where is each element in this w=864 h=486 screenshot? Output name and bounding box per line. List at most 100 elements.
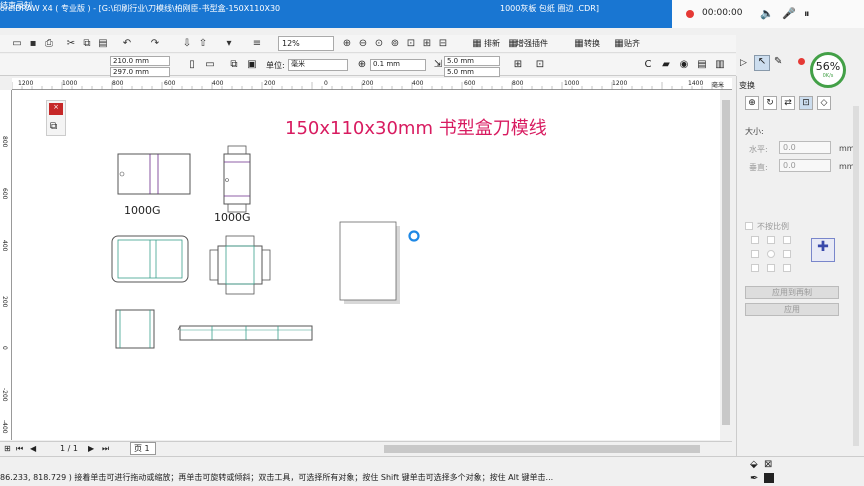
ruler-tick-label: 600 — [464, 80, 476, 87]
mini-close-icon[interactable]: × — [49, 103, 63, 115]
paste-icon[interactable]: ▤ — [96, 37, 110, 51]
dup-y-field[interactable]: 5.0 mm — [444, 67, 500, 77]
ruler-tick-label: 200 — [1, 296, 8, 308]
zoom-width-icon[interactable]: ⊞ — [420, 37, 434, 51]
prev-page-icon[interactable]: ◀ — [30, 444, 36, 453]
zoom-out-icon[interactable]: ⊖ — [356, 37, 370, 51]
first-page-icon[interactable]: ⏮ — [16, 444, 23, 454]
ruler-tick-label: 1000 — [564, 80, 580, 87]
all-pages-icon[interactable]: ⧉ — [226, 57, 242, 73]
coreldraw-logo-icon[interactable]: C — [640, 57, 656, 73]
current-page-icon[interactable]: ▣ — [244, 57, 260, 73]
enhance-label[interactable]: 增强插件 — [516, 38, 548, 49]
mic-icon[interactable]: 🎤 — [782, 7, 796, 20]
anchor-br[interactable] — [783, 264, 791, 272]
paibian-icon[interactable]: ▦ — [470, 37, 484, 51]
docker-scrollbar[interactable] — [853, 106, 859, 446]
redo-icon[interactable]: ↷ — [148, 37, 162, 51]
gauge-speed: 0K/s — [822, 73, 834, 79]
vertical-label: 垂直: — [749, 163, 768, 172]
next-page-icon[interactable]: ▶ — [88, 444, 94, 453]
ruler-tick-label: 0 — [1, 346, 8, 350]
anchor-bl[interactable] — [751, 264, 759, 272]
zoom-page-icon[interactable]: ⊡ — [404, 37, 418, 51]
nudge-field[interactable]: 0.1 mm — [370, 59, 426, 71]
zoom-all-icon[interactable]: ⊚ — [388, 37, 402, 51]
zoom-selected-icon[interactable]: ⊙ — [372, 37, 386, 51]
align-label[interactable]: 贴齐 — [624, 38, 640, 49]
page-width-field[interactable]: 210.0 mm — [110, 56, 170, 66]
undo-icon[interactable]: ↶ — [120, 37, 134, 51]
cut-icon[interactable]: ✂ — [64, 37, 78, 51]
caption-1000g: 1000G — [124, 204, 161, 217]
paibian-label[interactable]: 排新 — [484, 38, 500, 49]
cursor-indicator — [408, 230, 420, 242]
mini-copy-icon[interactable]: ⧉ — [50, 121, 57, 132]
page-info: 1 / 1 — [60, 444, 78, 453]
plugin-icon-4[interactable]: ▥ — [712, 57, 728, 73]
rotate-tab-icon[interactable]: ↻ — [763, 96, 777, 110]
speaker-icon[interactable]: 🔈 — [760, 7, 774, 20]
vertical-scroll-thumb[interactable] — [722, 100, 730, 425]
anchor-ml[interactable] — [751, 250, 759, 258]
unit-select[interactable]: 毫米 — [288, 59, 348, 71]
docker-expand-icon[interactable]: ▷ — [740, 58, 747, 68]
transform-docker: 变换 ⊕ ↻ ⇄ ⊡ ◇ 大小: 水平: 0.0 mm 垂直: 0.0 mm 不… — [736, 76, 864, 456]
plugin-icon-3[interactable]: ▤ — [694, 57, 710, 73]
dup-x-field[interactable]: 5.0 mm — [444, 56, 500, 66]
convert-label[interactable]: 转换 — [584, 38, 600, 49]
size-tab-icon[interactable]: ⊡ — [799, 96, 813, 110]
zoom-height-icon[interactable]: ⊟ — [436, 37, 450, 51]
anchor-bc[interactable] — [767, 264, 775, 272]
pick-tool-icon[interactable]: ↖ — [754, 55, 770, 71]
mirror-tab-icon[interactable]: ⇄ — [781, 96, 795, 110]
skew-tab-icon[interactable]: ◇ — [817, 96, 831, 110]
horizontal-scroll-thumb[interactable] — [384, 445, 700, 453]
zoom-in-icon[interactable]: ⊕ — [340, 37, 354, 51]
fill-icon: ⬙ — [750, 459, 758, 470]
page-height-field[interactable]: 297.0 mm — [110, 67, 170, 77]
position-tab-icon[interactable]: ⊕ — [745, 96, 759, 110]
landscape-icon[interactable]: ▭ — [202, 57, 218, 73]
anchor-tc[interactable] — [767, 236, 775, 244]
ruler-tick-label: 600 — [1, 188, 8, 200]
pause-icon[interactable]: ⏸ — [804, 7, 810, 21]
ruler-tick-label: 1400 — [688, 80, 704, 87]
treat-as-filled-icon[interactable]: ⊡ — [532, 57, 548, 73]
status-text: 86.233, 818.729 ) 接着单击可进行拖动或缩放；再单击可旋转或倾斜… — [0, 473, 554, 482]
plugin-icon-1[interactable]: ▰ — [658, 57, 674, 73]
vertical-size-field[interactable]: 0.0 — [779, 159, 831, 172]
ruler-unit: 毫米 — [712, 82, 725, 89]
ruler-tick-label: 0 — [324, 80, 328, 87]
pen-tool-icon[interactable]: ✎ — [774, 56, 782, 67]
options-icon[interactable]: ≡ — [250, 37, 264, 51]
drawing-canvas[interactable]: × ⧉ 1000G 1000G — [12, 90, 720, 440]
window-title: oreIDRAW X4 ( 专业版 ) - [G:\印刷行业\刀模线\柏刚臣-书… — [0, 4, 281, 13]
anchor-tr[interactable] — [783, 236, 791, 244]
zoom-select[interactable]: 12% — [278, 36, 334, 51]
snap-icon[interactable]: ⊞ — [510, 57, 526, 73]
plugin-icon-2[interactable]: ◉ — [676, 57, 692, 73]
vertical-scrollbar[interactable] — [720, 90, 732, 440]
last-page-icon[interactable]: ⏭ — [102, 444, 109, 454]
anchor-tl[interactable] — [751, 236, 759, 244]
portrait-icon[interactable]: ▯ — [184, 57, 200, 73]
proportional-checkbox[interactable] — [745, 222, 753, 230]
dieline-drawing — [111, 145, 420, 349]
export-icon[interactable]: ⇧ — [196, 37, 210, 51]
copy-icon[interactable]: ⧉ — [80, 37, 94, 51]
ruler-tick-label: 600 — [164, 80, 176, 87]
anchor-mr[interactable] — [783, 250, 791, 258]
new-icon[interactable]: ▭ — [10, 37, 24, 51]
launcher-icon[interactable]: ▾ — [222, 37, 236, 51]
apply-to-duplicate-button[interactable]: 应用到再制 — [745, 286, 839, 299]
print-icon[interactable]: ⎙ — [42, 37, 56, 51]
anchor-center[interactable] — [767, 250, 775, 258]
page-tab[interactable]: 页 1 — [130, 442, 156, 455]
save-icon[interactable]: ▪ — [26, 37, 40, 51]
add-page-icon[interactable]: ⊞ — [4, 444, 11, 453]
import-icon[interactable]: ⇩ — [180, 37, 194, 51]
horizontal-size-field[interactable]: 0.0 — [779, 141, 831, 154]
apply-button[interactable]: 应用 — [745, 303, 839, 316]
outline-pen-icon: ✒ — [750, 473, 759, 484]
